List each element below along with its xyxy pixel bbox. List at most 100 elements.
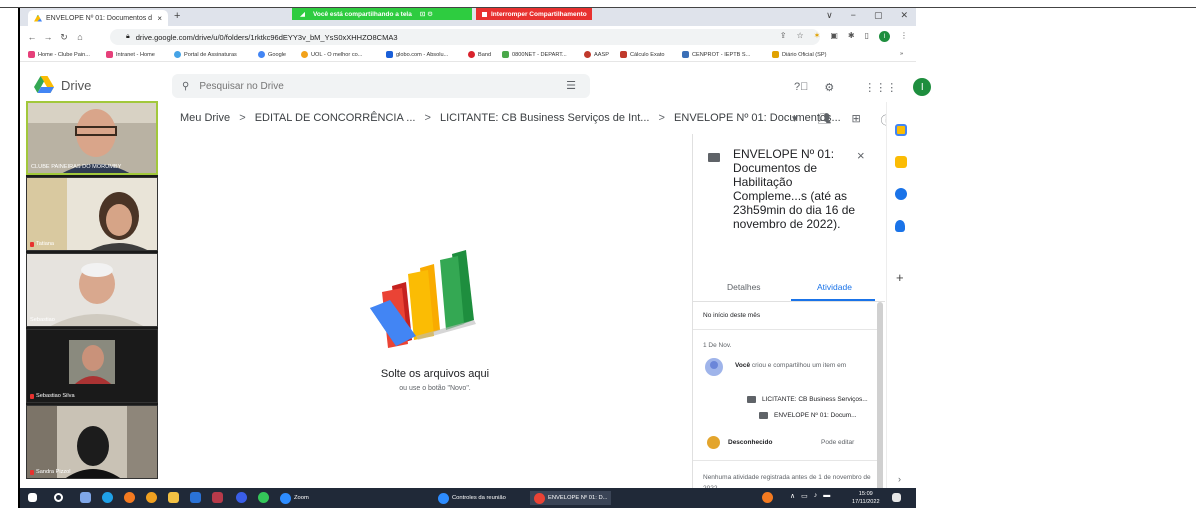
tab-search-icon[interactable]: ∨ [826,10,833,21]
clock[interactable]: 15:09 17/11/2022 [852,490,880,506]
close-window-icon[interactable]: ✕ [900,10,908,21]
search-icon[interactable]: ⚲ [182,81,189,92]
tasks-icon[interactable] [895,188,907,200]
search-box[interactable]: ⚲ ☰ [172,74,590,98]
gear-icon[interactable]: ⚙ [824,81,834,94]
bookmark-star-icon[interactable]: ☆ [796,31,803,42]
add-addon-icon[interactable]: + [896,270,904,285]
chevron-up-icon[interactable]: ∧ [790,492,795,500]
breadcrumb-item[interactable]: EDITAL DE CONCORRÊNCIA ... [255,112,416,124]
address-bar: ← → ↻ ⌂ 🔒︎ drive.google.com/drive/u/0/fo… [20,26,916,48]
taskbar-app-icon[interactable] [80,492,91,503]
search-input[interactable] [199,80,520,92]
url-field[interactable]: 🔒︎ drive.google.com/drive/u/0/folders/1r… [110,29,820,45]
chevron-down-icon[interactable]: ▾ [792,112,798,128]
profile-avatar[interactable]: I [879,31,890,42]
bookmark-item[interactable]: AASP [584,51,609,58]
bookmark-item[interactable]: Intranet - Home [106,51,155,58]
video-tile[interactable]: Sebastiao Silva [26,329,158,403]
battery-icon[interactable]: ▬ [823,492,830,500]
breadcrumb: Meu Drive > EDITAL DE CONCORRÊNCIA ... >… [180,112,892,134]
notifications-icon[interactable] [892,493,901,502]
participant-name-row: Sandra Pizzol [30,469,71,475]
shared-people-icon[interactable]: 👥︎ [818,112,832,128]
drive-logo-icon[interactable] [34,76,54,93]
breadcrumb-item[interactable]: LICITANTE: CB Business Serviços de Int..… [440,112,649,124]
drop-zone[interactable]: Solte os arquivos aqui ou use o botão "N… [180,142,690,488]
search-icon[interactable] [54,493,63,502]
reload-icon[interactable]: ↻ [56,32,72,43]
puzzle-icon[interactable]: ✱ [848,31,855,42]
outlook-icon[interactable] [190,492,201,503]
url-text: drive.google.com/drive/u/0/folders/1rktk… [135,32,398,42]
taskbar-chrome-window[interactable]: ENVELOPE Nº 01: D... [530,491,612,505]
tab-details[interactable]: Detalhes [727,282,761,292]
stop-share-button[interactable]: Interromper Compartilhamento [476,8,592,20]
taskbar-app-label: Controles da reunião [452,495,506,501]
browser-tab[interactable]: ENVELOPE Nº 01: Documentos d × [28,10,168,26]
shared-folder-icon [708,153,720,162]
breadcrumb-separator: > [424,112,431,124]
mic-off-icon [30,393,34,399]
activity-folder-row[interactable]: ENVELOPE Nº 01: Docum... [759,412,857,419]
minimize-icon[interactable]: − [851,10,856,21]
new-tab-button[interactable]: + [174,10,180,22]
expand-panel-icon[interactable]: › [898,474,901,484]
video-tile[interactable]: CLUBE PAINEIRAS DO MORUMBY [26,101,158,175]
windows-start-icon[interactable] [28,493,37,502]
bookmark-item[interactable]: Home - Clube Pain... [28,51,90,58]
tray-app-icon[interactable] [762,492,773,503]
calendar-icon[interactable] [895,124,907,136]
file-explorer-icon[interactable] [168,492,179,503]
share-notice: Você está compartilhando a tela [313,10,412,18]
extension-icon[interactable]: ✶ [814,31,821,42]
panel-scrollbar[interactable] [877,302,883,500]
help-icon[interactable]: ?⃝ [794,81,808,93]
sidepanel-icon[interactable]: ▯ [865,31,869,42]
taskbar-meeting-controls[interactable]: Controles da reunião [434,491,510,505]
tab-close-icon[interactable]: × [157,14,162,23]
bookmark-item[interactable]: Portal de Assinaturas [174,51,237,58]
maximize-icon[interactable]: ▢ [874,10,883,21]
edge-icon[interactable] [102,492,113,503]
bookmark-item[interactable]: CENPROT - IEPTB S... [682,51,750,58]
drive-title[interactable]: Drive [61,78,91,93]
bookmark-label: Portal de Assinaturas [184,51,237,58]
bookmark-item[interactable]: Google [258,51,286,58]
bookmark-item[interactable]: globo.com - Absolu... [386,51,448,58]
breadcrumb-item[interactable]: Meu Drive [180,112,230,124]
search-options-icon[interactable]: ☰ [566,79,576,92]
network-icon[interactable]: ▭ [801,492,808,500]
tab-activity[interactable]: Atividade [817,282,852,292]
activity-folder-row[interactable]: LICITANTE: CB Business Serviços... [747,396,868,403]
account-avatar[interactable]: I [913,78,932,96]
skype-icon[interactable] [236,492,247,503]
volume-icon[interactable]: ♪ [814,492,818,500]
taskbar-zoom[interactable]: Zoom [276,491,313,505]
taskbar-app-icon[interactable] [212,492,223,503]
bookmarks-more-icon[interactable]: » [900,51,903,57]
back-icon[interactable]: ← [24,32,40,42]
grid-view-icon[interactable]: ⊞ [852,112,861,128]
video-tile[interactable]: Sebastiao [26,253,158,327]
apps-grid-icon[interactable]: ⋮⋮⋮ [864,81,897,94]
close-icon[interactable]: × [857,148,865,163]
browser-menu-icon[interactable]: ⋮ [900,31,908,42]
firefox-icon[interactable] [124,492,135,503]
home-icon[interactable]: ⌂ [72,32,88,42]
extension-2-icon[interactable]: ▣ [830,31,838,42]
bookmark-item[interactable]: Band [468,51,491,58]
chrome-icon[interactable] [146,492,157,503]
whatsapp-icon[interactable] [258,492,269,503]
bookmark-item[interactable]: Diário Oficial (SP) [772,51,826,58]
video-tile[interactable]: Tatiana [26,177,158,251]
video-tile[interactable]: Sandra Pizzol [26,405,158,479]
bookmark-item[interactable]: Cálculo Exato [620,51,665,58]
bookmark-item[interactable]: UOL - O melhor co... [301,51,362,58]
share-tools-icon[interactable]: ⊡ ⚙ [420,10,433,18]
keep-icon[interactable] [895,156,907,168]
bookmark-item[interactable]: 0800NET - DEPART... [502,51,567,58]
forward-icon[interactable]: → [40,32,56,42]
share-page-icon[interactable]: ⇪ [780,31,787,42]
contacts-icon[interactable] [895,220,905,232]
